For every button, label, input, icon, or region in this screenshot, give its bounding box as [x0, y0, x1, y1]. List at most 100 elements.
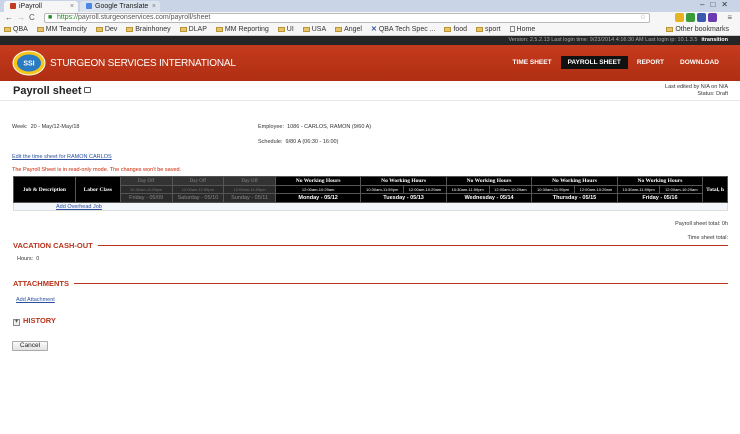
back-icon[interactable]: ← [5, 13, 13, 22]
print-icon[interactable] [84, 87, 92, 93]
sheet-meta: Last edited by N/A on N/A Status: Draft [665, 84, 728, 97]
logo-text: SSI [23, 61, 34, 68]
lock-icon: ■ [48, 14, 53, 21]
bookmark-item[interactable]: Home [509, 24, 535, 35]
page-titlebar: Payroll sheet Last edited by N/A on N/A … [0, 81, 740, 101]
bookmark-item[interactable]: Brainhoney [126, 24, 171, 35]
folder-icon [335, 27, 343, 32]
day-label: Friday - 05/16 [616, 193, 704, 203]
day-label: Monday - 05/12 [274, 193, 362, 203]
labor-class-header: Labor Class [74, 176, 121, 203]
bookmark-item[interactable]: USA [302, 24, 326, 35]
day-label: Tuesday - 05/13 [360, 193, 447, 203]
shift-time: 10:30am-11:59pm [616, 185, 661, 194]
folder-icon [277, 27, 285, 32]
history-toggle[interactable]: + HISTORY [13, 316, 56, 326]
bookmark-item[interactable]: ✕ QBA Tech Spec ... [371, 24, 436, 35]
day-status: No Working Hours [360, 176, 447, 186]
folder-icon [666, 27, 674, 32]
nav-download[interactable]: DOWNLOAD [673, 56, 726, 69]
extension-icon[interactable] [675, 13, 684, 22]
close-window-icon[interactable]: ✕ [721, 0, 734, 9]
maximize-icon[interactable]: □ [710, 0, 721, 9]
app-header: SSI STURGEON SERVICES INTERNATIONAL TIME… [0, 45, 740, 81]
bookmark-item[interactable]: UI [277, 24, 294, 35]
bookmark-item[interactable]: Dev [95, 24, 117, 35]
schedule-info: Schedule: 9/80 A (06:30 - 16:00) [258, 139, 339, 145]
week-info: Week: 20 - May/12-May/18 [12, 124, 80, 130]
attachments-title: ATTACHMENTS [13, 279, 69, 288]
x-icon: ✕ [370, 26, 377, 33]
bookmark-item[interactable]: Angel [335, 24, 362, 35]
bookmark-item[interactable]: MM Reporting [215, 24, 269, 35]
folder-icon [36, 27, 44, 32]
page-title: Payroll sheet [13, 85, 92, 97]
close-tab-icon[interactable]: × [152, 1, 156, 12]
main-nav: TIME SHEET PAYROLL SHEET REPORT DOWNLOAD [506, 56, 726, 69]
day-label: Friday - 05/09 [119, 193, 173, 203]
nav-report[interactable]: REPORT [630, 56, 671, 69]
tab-google-translate[interactable]: Google Translate × [80, 1, 160, 12]
day-status: No Working Hours [531, 176, 618, 186]
day-label: Sunday - 05/11 [223, 193, 276, 203]
add-overhead-row: Add Overhead Job [13, 202, 728, 211]
address-bar[interactable]: ■ https://payroll.sturgeonservices.com/p… [44, 13, 650, 23]
vacation-cashout-title: VACATION CASH-OUT [13, 241, 93, 250]
forward-icon[interactable]: → [17, 13, 25, 22]
payroll-grid: Job & Description Labor Class Day Off Da… [13, 176, 728, 211]
day-status: Day Off [119, 176, 173, 186]
other-bookmarks[interactable]: Other bookmarks [666, 24, 729, 35]
bookmark-item[interactable]: food [444, 24, 467, 35]
folder-icon [444, 27, 452, 32]
expand-plus-icon[interactable]: + [13, 319, 20, 326]
extension-icon[interactable] [708, 13, 717, 22]
extension-icon[interactable] [686, 13, 695, 22]
add-attachment-link[interactable]: Add Attachment [16, 296, 55, 303]
cancel-button[interactable]: Cancel [12, 341, 48, 351]
minimize-icon[interactable]: – [700, 0, 710, 9]
edit-timesheet-link[interactable]: Edit the time sheet for RAMON CARLOS [12, 153, 112, 160]
menu-icon[interactable]: ≡ [727, 13, 732, 22]
nav-payroll-sheet[interactable]: PAYROLL SHEET [560, 56, 628, 69]
section-divider [98, 245, 728, 246]
bookmark-item[interactable]: DLAP [179, 24, 207, 35]
extension-icon[interactable] [697, 13, 706, 22]
current-user[interactable]: itransition [701, 37, 728, 43]
day-status: Day Off [223, 176, 276, 186]
day-status: No Working Hours [445, 176, 533, 186]
shift-time: 10:30am-11:59pm [531, 185, 575, 194]
ssi-logo[interactable]: SSI [12, 50, 46, 76]
shift-time: 12:00am-10:29am [659, 185, 704, 194]
job-description-header: Job & Description [13, 176, 76, 203]
window-controls[interactable]: –□✕ [700, 0, 734, 9]
bookmarks-bar: QBA MM Teamcity Dev Brainhoney DLAP MM R… [0, 24, 740, 36]
payroll-total: Payroll sheet total: 0h [675, 221, 728, 227]
brand-name: STURGEON SERVICES INTERNATIONAL [50, 58, 236, 69]
add-overhead-job-link[interactable]: Add Overhead Job [56, 204, 102, 210]
shift-time: 12:00am-11:59pm [223, 185, 276, 194]
close-tab-icon[interactable]: × [70, 1, 74, 12]
bookmark-item[interactable]: sport [476, 24, 501, 35]
shift-time: 12:00am-10:29am [573, 185, 618, 194]
day-status: No Working Hours [274, 176, 362, 186]
nav-time-sheet[interactable]: TIME SHEET [506, 56, 559, 69]
timesheet-total: Time sheet total: [687, 235, 728, 241]
folder-icon [215, 27, 223, 32]
folder-icon [126, 27, 134, 32]
shift-time: 10:30am-11:59pm [119, 185, 173, 194]
day-label: Thursday - 05/15 [531, 193, 618, 203]
section-divider [74, 283, 728, 284]
folder-icon [302, 27, 310, 32]
bookmark-item[interactable]: QBA [4, 24, 28, 35]
total-hours-header: Total, h [702, 176, 728, 203]
day-label: Wednesday - 05/14 [445, 193, 533, 203]
page-icon [509, 26, 515, 32]
bookmark-item[interactable]: MM Teamcity [36, 24, 87, 35]
tab-ipayroll[interactable]: iPayroll × [4, 1, 78, 12]
bookmark-star-icon[interactable]: ☆ [640, 14, 646, 22]
day-status: Day Off [171, 176, 225, 186]
shift-time: 10:30am-11:59pm [360, 185, 405, 194]
reload-icon[interactable]: C [29, 13, 35, 22]
shift-time: 12:00am-10:29am [403, 185, 447, 194]
folder-icon [179, 27, 187, 32]
